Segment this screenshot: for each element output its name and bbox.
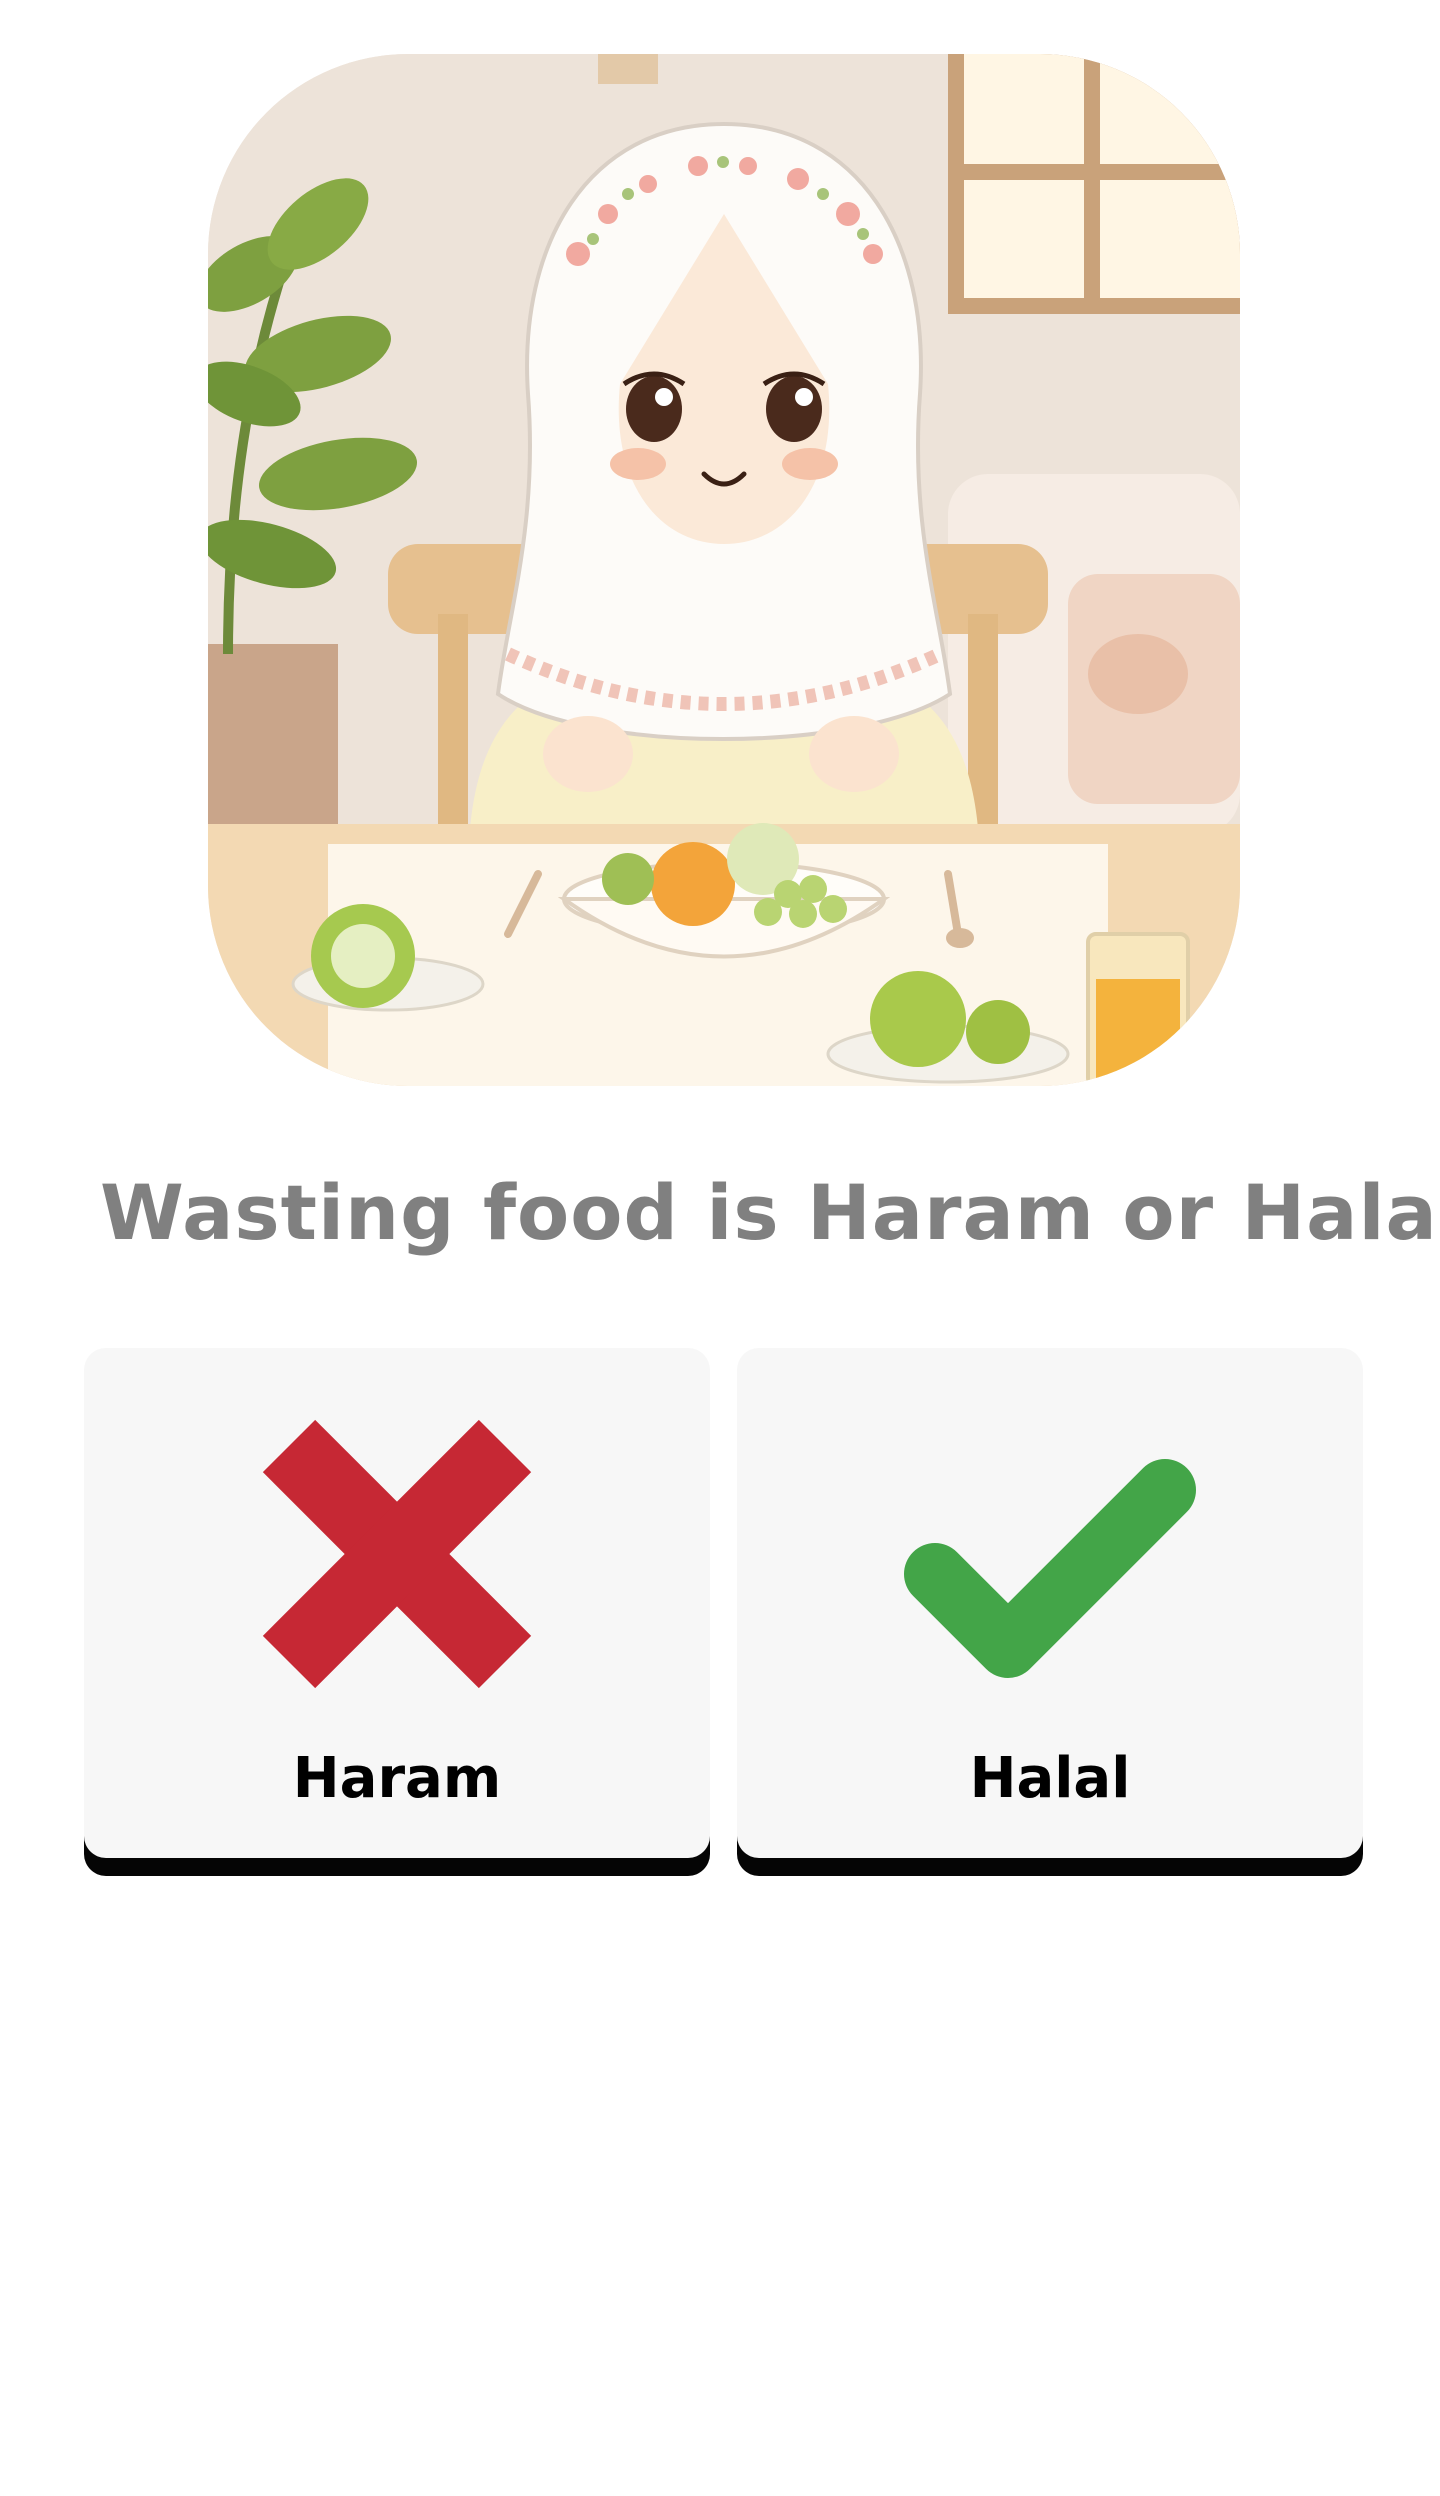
answer-haram-label: Haram — [292, 1746, 502, 1811]
question-text: Wasting food is Haram or Halal — [100, 1168, 1440, 1257]
answer-halal-button[interactable]: Halal — [737, 1348, 1363, 1858]
question-illustration — [208, 54, 1240, 1086]
x-mark-icon — [247, 1404, 547, 1704]
answer-haram-button[interactable]: Haram — [84, 1348, 710, 1858]
answer-halal-label: Halal — [969, 1746, 1131, 1811]
check-mark-icon — [900, 1404, 1200, 1704]
